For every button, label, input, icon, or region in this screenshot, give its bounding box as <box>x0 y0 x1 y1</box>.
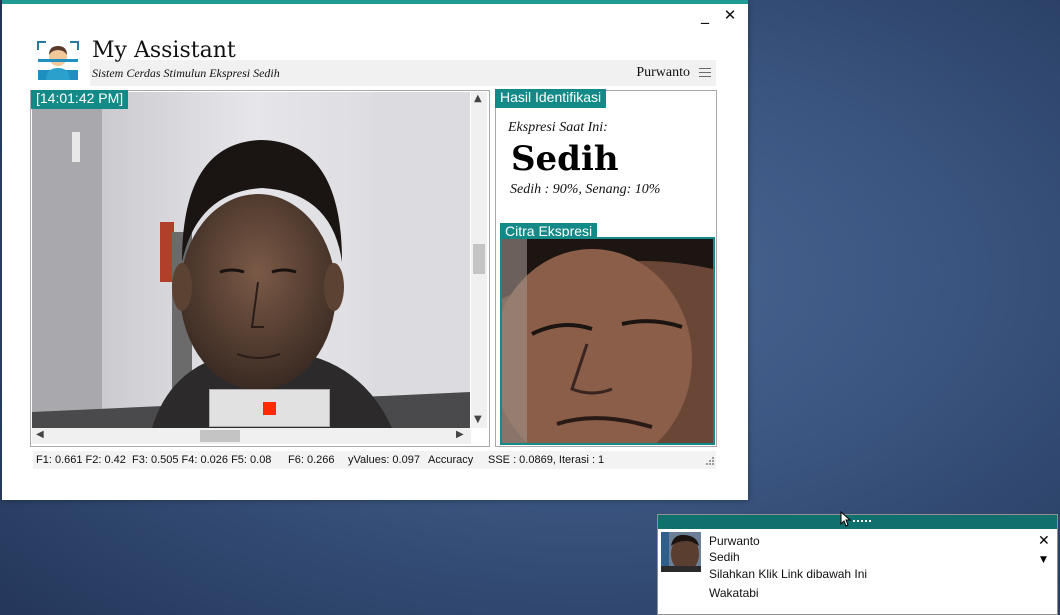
status-f1-f2: F1: 0.661 F2: 0.42 <box>36 454 126 466</box>
hamburger-icon[interactable] <box>699 68 711 78</box>
title-accent-bar <box>2 0 748 4</box>
mouse-cursor-icon <box>840 511 871 527</box>
status-yvalues: yValues: 0.097 <box>348 454 420 466</box>
camera-feed <box>32 92 470 428</box>
timestamp-label: [14:01:42 PM] <box>31 90 129 109</box>
expression-probabilities: Sedih : 90%, Senang: 10% <box>510 182 661 197</box>
scroll-down-icon[interactable]: ▼ <box>474 414 482 425</box>
status-accuracy: Accuracy <box>428 454 474 466</box>
status-f3-f5: F3: 0.505 F4: 0.026 F5: 0.08 <box>132 454 272 466</box>
minimize-button[interactable]: _ <box>695 6 715 24</box>
stop-square-icon <box>263 402 276 415</box>
vertical-scroll-thumb[interactable] <box>473 244 485 274</box>
camera-panel: ▲ ▼ ◀ ▶ <box>30 90 490 447</box>
status-sse: SSE : 0.0869, Iterasi : 1 <box>488 454 605 466</box>
status-bar: F1: 0.661 F2: 0.42 F3: 0.505 F4: 0.026 F… <box>33 451 716 469</box>
assistant-logo-icon <box>37 41 79 80</box>
notification-close-icon[interactable]: ✕ <box>1038 533 1050 549</box>
user-name: Purwanto <box>636 65 690 80</box>
close-button[interactable]: ✕ <box>720 6 740 24</box>
notification-expression: Sedih <box>709 550 740 564</box>
stop-button[interactable] <box>209 389 330 427</box>
horizontal-scroll-thumb[interactable] <box>200 430 240 442</box>
expression-value: Sedih <box>511 139 619 179</box>
resize-grip-icon[interactable] <box>705 455 715 467</box>
notification-photo <box>661 532 701 572</box>
notification-link[interactable]: Wakatabi <box>709 586 759 600</box>
app-subtitle: Sistem Cerdas Stimulun Ekspresi Sedih <box>92 66 280 80</box>
scroll-right-icon[interactable]: ▶ <box>456 429 464 440</box>
scroll-up-icon[interactable]: ▲ <box>474 93 482 104</box>
vertical-scrollbar[interactable]: ▲ ▼ <box>471 92 487 428</box>
notification-message: Silahkan Klik Link dibawah Ini <box>709 567 868 581</box>
notification-popup[interactable]: Purwanto Sedih Silahkan Klik Link dibawa… <box>657 514 1058 615</box>
status-f6: F6: 0.266 <box>288 454 335 466</box>
app-title: My Assistant <box>92 38 236 63</box>
horizontal-scrollbar[interactable]: ◀ ▶ <box>32 428 471 444</box>
expression-image <box>500 237 715 445</box>
notification-name: Purwanto <box>709 534 760 548</box>
result-panel-title: Hasil Identifikasi <box>495 89 607 108</box>
notification-dropdown-icon[interactable]: ▼ <box>1040 555 1047 565</box>
scroll-left-icon[interactable]: ◀ <box>36 429 44 440</box>
current-expression-label: Ekspresi Saat Ini: <box>508 120 608 135</box>
